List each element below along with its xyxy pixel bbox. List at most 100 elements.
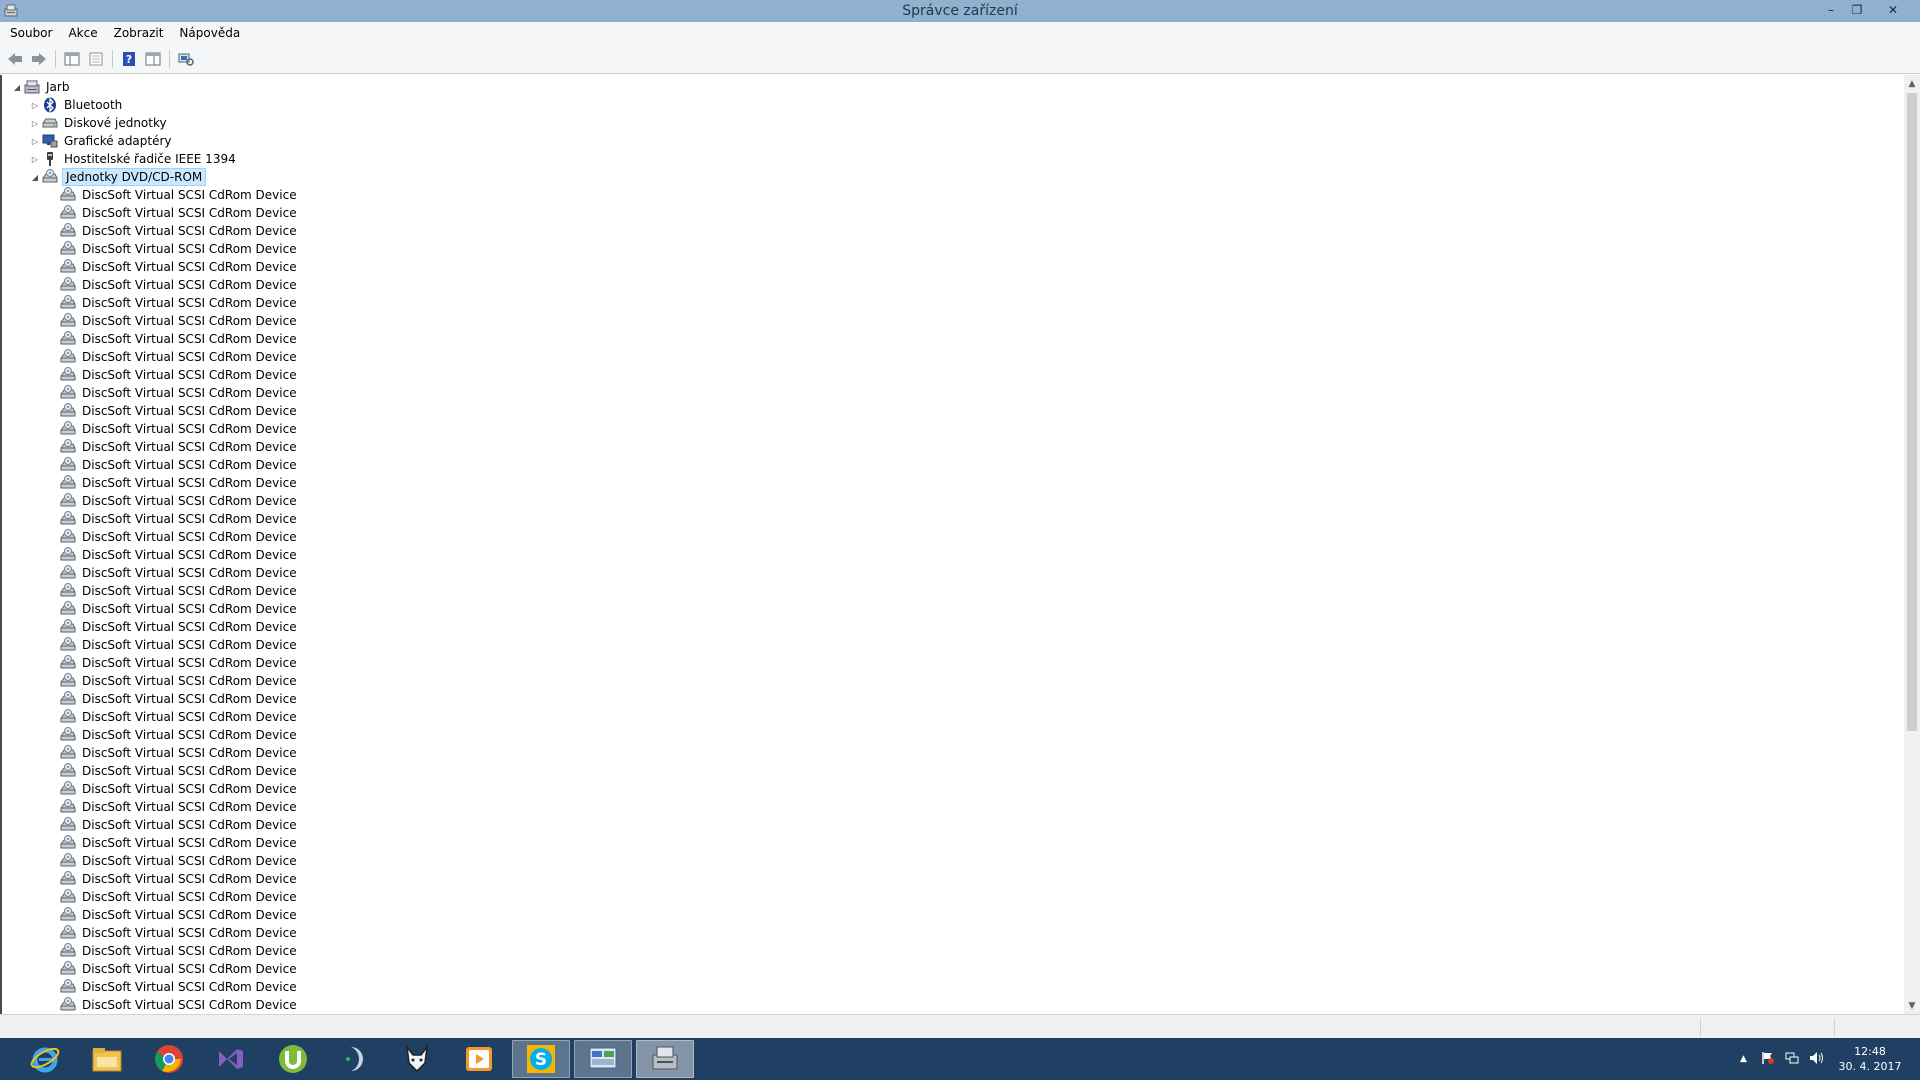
tree-device-row[interactable]: DiscSoft Virtual SCSI CdRom Device: [60, 276, 299, 294]
action-center-flag-icon[interactable]: [1761, 1051, 1775, 1068]
tree-device-row[interactable]: DiscSoft Virtual SCSI CdRom Device: [60, 690, 299, 708]
tree-device-row[interactable]: DiscSoft Virtual SCSI CdRom Device: [60, 762, 299, 780]
tree-device-row[interactable]: DiscSoft Virtual SCSI CdRom Device: [60, 726, 299, 744]
tree-device-row[interactable]: DiscSoft Virtual SCSI CdRom Device: [60, 888, 299, 906]
show-hidden-icons-icon[interactable]: ▲: [1740, 1054, 1747, 1064]
close-button[interactable]: ✕: [1870, 0, 1916, 20]
app-icon[interactable]: [326, 1040, 384, 1078]
tree-category-dvd-cdrom[interactable]: ◢ Jednotky DVD/CD-ROM: [28, 168, 207, 186]
tree-device-row[interactable]: DiscSoft Virtual SCSI CdRom Device: [60, 582, 299, 600]
tree-device-row[interactable]: DiscSoft Virtual SCSI CdRom Device: [60, 852, 299, 870]
tree-device-row[interactable]: DiscSoft Virtual SCSI CdRom Device: [60, 528, 299, 546]
tree-device-row[interactable]: DiscSoft Virtual SCSI CdRom Device: [60, 924, 299, 942]
tree-device-row[interactable]: DiscSoft Virtual SCSI CdRom Device: [60, 420, 299, 438]
device-tree[interactable]: ◢ Jarb ▷ Bluetooth ▷ Diskové jednotky ▷ …: [0, 75, 1904, 1014]
tree-device-row[interactable]: DiscSoft Virtual SCSI CdRom Device: [60, 492, 299, 510]
skype-icon[interactable]: S: [512, 1040, 570, 1078]
chrome-icon[interactable]: [140, 1040, 198, 1078]
tree-device-row[interactable]: DiscSoft Virtual SCSI CdRom Device: [60, 618, 299, 636]
menu-file[interactable]: Soubor: [4, 22, 58, 44]
tree-device-row[interactable]: DiscSoft Virtual SCSI CdRom Device: [60, 456, 299, 474]
menu-action[interactable]: Akce: [62, 22, 103, 44]
tree-category-display-adapters[interactable]: ▷ Grafické adaptéry: [28, 132, 174, 150]
menu-help[interactable]: Nápověda: [173, 22, 246, 44]
tree-device-row[interactable]: DiscSoft Virtual SCSI CdRom Device: [60, 996, 299, 1014]
tree-device-row[interactable]: DiscSoft Virtual SCSI CdRom Device: [60, 186, 299, 204]
scroll-down-icon[interactable]: ▼: [1904, 997, 1920, 1014]
tree-category-disk-drives[interactable]: ▷ Diskové jednotky: [28, 114, 169, 132]
menu-view[interactable]: Zobrazit: [108, 22, 170, 44]
tree-device-row[interactable]: DiscSoft Virtual SCSI CdRom Device: [60, 816, 299, 834]
minimize-button[interactable]: –: [1818, 0, 1844, 20]
internet-explorer-icon[interactable]: [16, 1040, 74, 1078]
tree-device-row[interactable]: DiscSoft Virtual SCSI CdRom Device: [60, 708, 299, 726]
properties-icon[interactable]: [85, 48, 107, 70]
tree-device-row[interactable]: DiscSoft Virtual SCSI CdRom Device: [60, 258, 299, 276]
collapse-arrow-icon[interactable]: ◢: [10, 83, 24, 92]
tree-device-row[interactable]: DiscSoft Virtual SCSI CdRom Device: [60, 744, 299, 762]
tree-device-row[interactable]: DiscSoft Virtual SCSI CdRom Device: [60, 438, 299, 456]
control-panel-icon[interactable]: [574, 1040, 632, 1078]
tree-device-row[interactable]: DiscSoft Virtual SCSI CdRom Device: [60, 672, 299, 690]
file-explorer-icon[interactable]: [78, 1040, 136, 1078]
forward-icon[interactable]: [28, 48, 50, 70]
back-icon[interactable]: [4, 48, 26, 70]
restore-button[interactable]: ❐: [1844, 0, 1870, 20]
tree-device-row[interactable]: DiscSoft Virtual SCSI CdRom Device: [60, 906, 299, 924]
tree-device-label: DiscSoft Virtual SCSI CdRom Device: [82, 836, 297, 850]
visual-studio-icon[interactable]: [202, 1040, 260, 1078]
taskbar-clock[interactable]: 12:48 30. 4. 2017: [1830, 1044, 1910, 1074]
tree-device-row[interactable]: DiscSoft Virtual SCSI CdRom Device: [60, 384, 299, 402]
tree-device-row[interactable]: DiscSoft Virtual SCSI CdRom Device: [60, 636, 299, 654]
scan-hardware-icon[interactable]: [175, 48, 197, 70]
dvd-drive-icon: [60, 961, 76, 977]
tree-root-row[interactable]: ◢ Jarb: [10, 78, 71, 96]
tree-device-row[interactable]: DiscSoft Virtual SCSI CdRom Device: [60, 564, 299, 582]
tree-device-row[interactable]: DiscSoft Virtual SCSI CdRom Device: [60, 546, 299, 564]
tree-category-ieee1394[interactable]: ▷ Hostitelské řadiče IEEE 1394: [28, 150, 238, 168]
scrollbar-thumb[interactable]: [1907, 93, 1917, 731]
tree-device-row[interactable]: DiscSoft Virtual SCSI CdRom Device: [60, 870, 299, 888]
device-manager-icon[interactable]: [636, 1040, 694, 1078]
dvd-drive-icon: [60, 277, 76, 293]
volume-icon[interactable]: [1809, 1051, 1825, 1068]
tree-device-row[interactable]: DiscSoft Virtual SCSI CdRom Device: [60, 366, 299, 384]
collapse-arrow-icon[interactable]: ◢: [28, 173, 42, 182]
media-player-icon[interactable]: [450, 1040, 508, 1078]
fox-app-icon[interactable]: [388, 1040, 446, 1078]
tree-device-row[interactable]: DiscSoft Virtual SCSI CdRom Device: [60, 474, 299, 492]
tree-device-row[interactable]: DiscSoft Virtual SCSI CdRom Device: [60, 330, 299, 348]
tree-device-row[interactable]: DiscSoft Virtual SCSI CdRom Device: [60, 240, 299, 258]
tree-device-row[interactable]: DiscSoft Virtual SCSI CdRom Device: [60, 348, 299, 366]
network-icon[interactable]: [1785, 1051, 1799, 1068]
tree-device-row[interactable]: DiscSoft Virtual SCSI CdRom Device: [60, 834, 299, 852]
tree-device-row[interactable]: DiscSoft Virtual SCSI CdRom Device: [60, 294, 299, 312]
scroll-up-icon[interactable]: ▲: [1904, 75, 1920, 92]
tree-device-row[interactable]: DiscSoft Virtual SCSI CdRom Device: [60, 204, 299, 222]
tree-device-row[interactable]: DiscSoft Virtual SCSI CdRom Device: [60, 654, 299, 672]
tree-device-row[interactable]: DiscSoft Virtual SCSI CdRom Device: [60, 600, 299, 618]
expand-arrow-icon[interactable]: ▷: [28, 137, 42, 146]
tree-device-row[interactable]: DiscSoft Virtual SCSI CdRom Device: [60, 780, 299, 798]
toolbar-separator: [112, 49, 113, 68]
expand-arrow-icon[interactable]: ▷: [28, 101, 42, 110]
show-hide-tree-icon[interactable]: [61, 48, 83, 70]
help-icon[interactable]: ?: [118, 48, 140, 70]
expand-arrow-icon[interactable]: ▷: [28, 155, 42, 164]
utorrent-icon[interactable]: [264, 1040, 322, 1078]
tree-device-row[interactable]: DiscSoft Virtual SCSI CdRom Device: [60, 510, 299, 528]
tree-device-label: DiscSoft Virtual SCSI CdRom Device: [82, 728, 297, 742]
tree-device-row[interactable]: DiscSoft Virtual SCSI CdRom Device: [60, 978, 299, 996]
expand-arrow-icon[interactable]: ▷: [28, 119, 42, 128]
dvd-drive-icon: [60, 187, 76, 203]
tree-device-label: DiscSoft Virtual SCSI CdRom Device: [82, 314, 297, 328]
view-icon[interactable]: [142, 48, 164, 70]
tree-device-row[interactable]: DiscSoft Virtual SCSI CdRom Device: [60, 402, 299, 420]
tree-device-row[interactable]: DiscSoft Virtual SCSI CdRom Device: [60, 960, 299, 978]
vertical-scrollbar[interactable]: ▲ ▼: [1904, 75, 1920, 1014]
tree-category-bluetooth[interactable]: ▷ Bluetooth: [28, 96, 124, 114]
tree-device-row[interactable]: DiscSoft Virtual SCSI CdRom Device: [60, 222, 299, 240]
tree-device-row[interactable]: DiscSoft Virtual SCSI CdRom Device: [60, 798, 299, 816]
tree-device-row[interactable]: DiscSoft Virtual SCSI CdRom Device: [60, 942, 299, 960]
tree-device-row[interactable]: DiscSoft Virtual SCSI CdRom Device: [60, 312, 299, 330]
